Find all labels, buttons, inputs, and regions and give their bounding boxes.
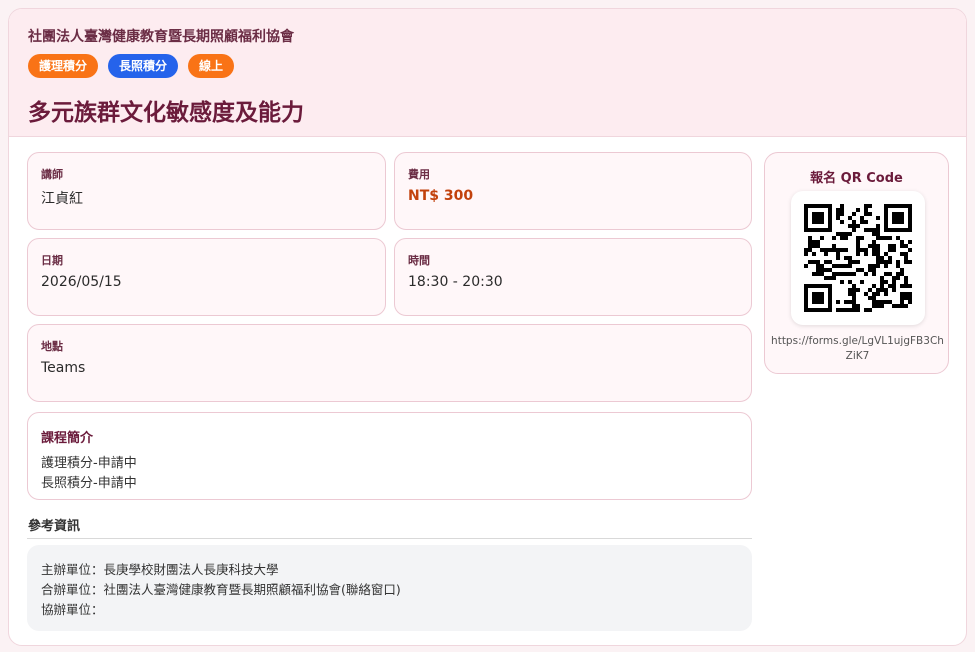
location-label: 地點: [41, 340, 63, 353]
course-header: 社團法人臺灣健康教育暨長期照顧福利協會 護理積分 長照積分 線上 多元族群文化敏…: [9, 9, 966, 137]
location-value: Teams: [41, 360, 86, 376]
location-box: 地點 Teams: [27, 324, 752, 402]
time-label: 時間: [408, 254, 430, 267]
qr-code-icon[interactable]: [804, 204, 912, 312]
fee-box: 費用 NT$ 300: [394, 152, 752, 230]
instructor-label: 講師: [41, 168, 63, 181]
intro-line: 護理積分-申請中: [41, 456, 137, 471]
reference-divider: [27, 538, 752, 539]
assistant-organizer-line: 協辦單位：: [41, 602, 104, 617]
intro-line: 長照積分-申請中: [41, 476, 137, 491]
instructor-box: 講師 江貞紅: [27, 152, 386, 230]
date-box: 日期 2026/05/15: [27, 238, 386, 316]
organization-name: 社團法人臺灣健康教育暨長期照顧福利協會: [28, 29, 294, 45]
fee-value: NT$ 300: [408, 188, 474, 204]
instructor-value: 江貞紅: [41, 191, 83, 207]
course-intro: 課程簡介 護理積分-申請中 長照積分-申請中: [27, 412, 752, 500]
qr-title: 報名 QR Code: [810, 171, 903, 186]
course-card: 社團法人臺灣健康教育暨長期照顧福利協會 護理積分 長照積分 線上 多元族群文化敏…: [8, 8, 967, 646]
co-organizer-line: 合辦單位：社團法人臺灣健康教育暨長期照顧福利協會(聯絡窗口): [41, 582, 401, 597]
organizer-line: 主辦單位：長庚學校財團法人長庚科技大學: [41, 562, 279, 577]
time-value: 18:30 - 20:30: [408, 274, 503, 290]
fee-label: 費用: [408, 168, 430, 181]
tag-ltc-credit: 長照積分: [108, 54, 179, 78]
intro-heading: 課程簡介: [41, 431, 94, 446]
date-label: 日期: [41, 254, 63, 267]
qr-code-frame[interactable]: [791, 191, 925, 325]
reference-heading: 參考資訊: [28, 519, 81, 534]
tag-list: 護理積分 長照積分 線上: [28, 54, 235, 78]
tag-online: 線上: [188, 54, 235, 78]
date-value: 2026/05/15: [41, 274, 122, 290]
qr-card: 報名 QR Code https://forms.gle/LgVL1ujgFB3…: [764, 152, 949, 374]
time-box: 時間 18:30 - 20:30: [394, 238, 752, 316]
qr-url-link[interactable]: https://forms.gle/LgVL1ujgFB3ChZiK7: [771, 334, 944, 364]
course-title: 多元族群文化敏感度及能力: [28, 100, 304, 126]
reference-info: 主辦單位：長庚學校財團法人長庚科技大學 合辦單位：社團法人臺灣健康教育暨長期照顧…: [27, 545, 752, 631]
tag-nursing-credit: 護理積分: [28, 54, 99, 78]
